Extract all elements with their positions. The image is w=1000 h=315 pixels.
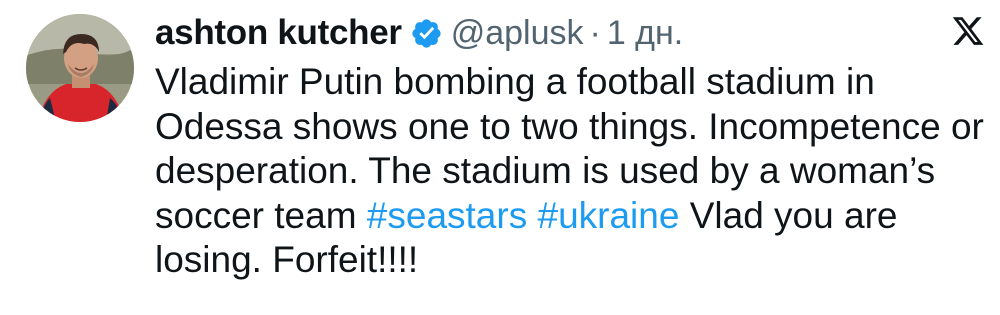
tweet-card[interactable]: ashton kutcher @aplusk · 1 дн. Vladimir … (0, 0, 1000, 315)
hashtag-link[interactable]: #ukraine (538, 195, 680, 236)
hashtag-link[interactable]: #seastars (367, 195, 527, 236)
verified-badge-icon (410, 17, 443, 50)
tweet-text: Vladimir Putin bombing a football stadiu… (155, 60, 985, 283)
avatar[interactable] (26, 14, 134, 122)
tweet-header: ashton kutcher @aplusk · 1 дн. (155, 7, 683, 59)
tweet-timestamp[interactable]: 1 дн. (607, 14, 683, 53)
tweet-text-part (527, 195, 537, 236)
author-display-name[interactable]: ashton kutcher (155, 13, 402, 53)
author-handle[interactable]: @aplusk (451, 14, 584, 53)
x-logo-icon[interactable] (950, 14, 986, 48)
avatar-image (26, 14, 134, 122)
header-separator: · (589, 13, 601, 52)
